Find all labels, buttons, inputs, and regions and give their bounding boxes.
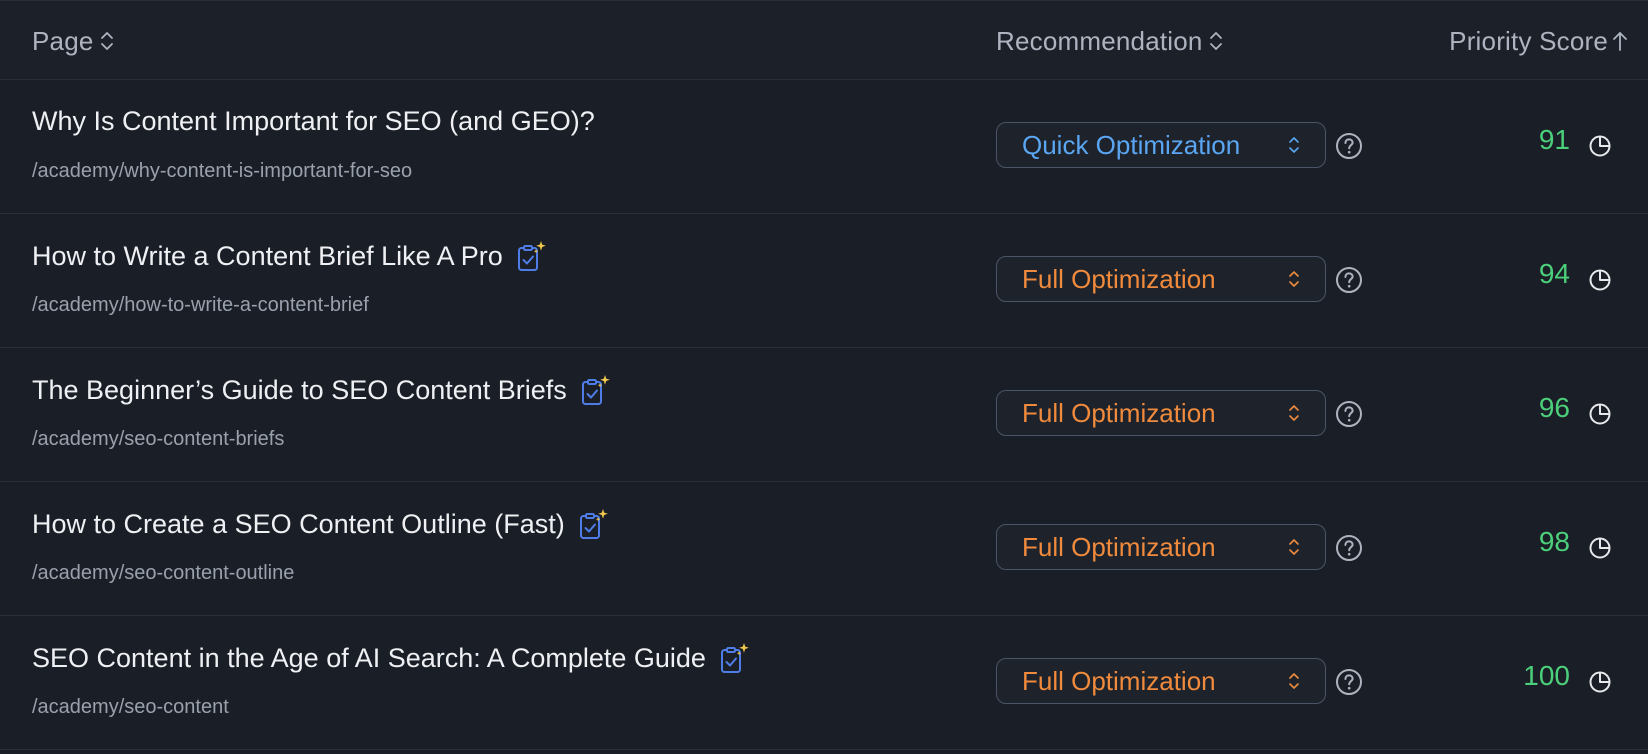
recommendation-select[interactable]: Full Optimization: [996, 390, 1326, 436]
help-circle-icon[interactable]: [1335, 534, 1363, 562]
column-header-recommendation-label: Recommendation: [996, 25, 1203, 56]
page-title-cell: How to Write a Content Brief Like A Pro: [32, 240, 547, 272]
page-title[interactable]: How to Write a Content Brief Like A Pro: [32, 241, 503, 272]
page-url[interactable]: /academy/seo-content-outline: [32, 562, 294, 585]
page-url[interactable]: /academy/why-content-is-important-for-se…: [32, 160, 412, 183]
recommendation-value: Full Optimization: [1022, 665, 1216, 696]
recommendation-value: Full Optimization: [1022, 397, 1216, 428]
column-header-page[interactable]: Page: [32, 1, 114, 81]
help-circle-icon[interactable]: [1335, 668, 1363, 696]
chevron-updown-icon: [1289, 405, 1299, 421]
column-header-page-label: Page: [32, 25, 94, 56]
table-row[interactable]: The Beginner’s Guide to SEO Content Brie…: [0, 348, 1648, 482]
table-row[interactable]: How to Write a Content Brief Like A Pro …: [0, 214, 1648, 348]
recommendation-value: Quick Optimization: [1022, 129, 1241, 160]
pages-table: Page Recommendation Priority Score Why I…: [0, 0, 1648, 754]
page-title[interactable]: The Beginner’s Guide to SEO Content Brie…: [32, 375, 567, 406]
recommendation-select[interactable]: Full Optimization: [996, 256, 1326, 302]
chevron-updown-icon: [1289, 539, 1299, 555]
help-circle-icon[interactable]: [1335, 266, 1363, 294]
pie-chart-icon[interactable]: [1588, 402, 1612, 426]
table-row[interactable]: Why Is Content Important for SEO (and GE…: [0, 80, 1648, 214]
content-brief-sparkle-icon[interactable]: [517, 240, 547, 272]
page-title-cell: The Beginner’s Guide to SEO Content Brie…: [32, 374, 611, 406]
table-row[interactable]: SEO Content in the Age of AI Search: A C…: [0, 616, 1648, 750]
sort-updown-icon: [1209, 32, 1222, 50]
page-title[interactable]: How to Create a SEO Content Outline (Fas…: [32, 509, 565, 540]
chevron-updown-icon: [1289, 137, 1299, 153]
page-url[interactable]: /academy/how-to-write-a-content-brief: [32, 294, 369, 317]
help-circle-icon[interactable]: [1335, 400, 1363, 428]
page-title[interactable]: Why Is Content Important for SEO (and GE…: [32, 106, 595, 137]
sort-ascending-arrow-icon: [1613, 32, 1627, 51]
pie-chart-icon[interactable]: [1588, 536, 1612, 560]
priority-score: 91: [1538, 124, 1570, 155]
page-title-cell: How to Create a SEO Content Outline (Fas…: [32, 508, 609, 540]
pie-chart-icon[interactable]: [1588, 670, 1612, 694]
page-title[interactable]: SEO Content in the Age of AI Search: A C…: [32, 643, 706, 674]
sort-updown-icon: [100, 32, 113, 50]
priority-score: 96: [1538, 392, 1570, 423]
priority-score: 100: [1523, 660, 1570, 691]
column-header-recommendation[interactable]: Recommendation: [996, 1, 1223, 81]
recommendation-select[interactable]: Quick Optimization: [996, 122, 1326, 168]
page-url[interactable]: /academy/seo-content-briefs: [32, 428, 284, 451]
page-title-cell: Why Is Content Important for SEO (and GE…: [32, 106, 595, 137]
recommendation-value: Full Optimization: [1022, 263, 1216, 294]
column-header-priority-score-label: Priority Score: [1449, 25, 1608, 56]
column-header-priority-score[interactable]: Priority Score: [1449, 1, 1628, 81]
content-brief-sparkle-icon[interactable]: [579, 508, 609, 540]
table-body: Why Is Content Important for SEO (and GE…: [0, 80, 1648, 750]
table-header: Page Recommendation Priority Score: [0, 0, 1648, 80]
recommendation-select[interactable]: Full Optimization: [996, 658, 1326, 704]
table-row[interactable]: How to Create a SEO Content Outline (Fas…: [0, 482, 1648, 616]
pie-chart-icon[interactable]: [1588, 268, 1612, 292]
content-brief-sparkle-icon[interactable]: [581, 374, 611, 406]
priority-score: 98: [1538, 526, 1570, 557]
pie-chart-icon[interactable]: [1588, 134, 1612, 158]
recommendation-value: Full Optimization: [1022, 531, 1216, 562]
page-url[interactable]: /academy/seo-content: [32, 696, 229, 719]
recommendation-select[interactable]: Full Optimization: [996, 524, 1326, 570]
chevron-updown-icon: [1289, 673, 1299, 689]
chevron-updown-icon: [1289, 271, 1299, 287]
priority-score: 94: [1538, 258, 1570, 289]
page-title-cell: SEO Content in the Age of AI Search: A C…: [32, 642, 750, 674]
content-brief-sparkle-icon[interactable]: [720, 642, 750, 674]
help-circle-icon[interactable]: [1335, 132, 1363, 160]
